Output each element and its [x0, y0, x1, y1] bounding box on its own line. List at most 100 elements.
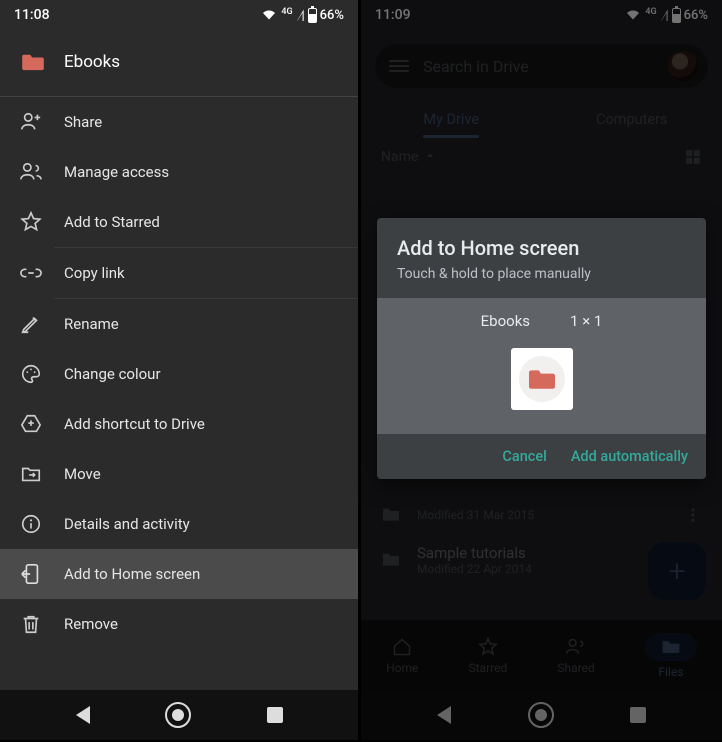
folder-icon	[661, 637, 681, 657]
add-to-homescreen-dialog: Add to Home screen Touch & hold to place…	[377, 218, 706, 479]
menu-label: Remove	[64, 615, 118, 633]
fab-new[interactable]: +	[648, 542, 706, 600]
status-icons: 4G 66%	[261, 7, 344, 24]
widget-preview[interactable]	[511, 348, 573, 410]
system-nav-bar	[0, 690, 358, 740]
dialog-body[interactable]: Ebooks 1 × 1	[377, 298, 706, 434]
widget-info: Ebooks 1 × 1	[481, 312, 603, 330]
battery-icon	[308, 8, 317, 23]
menu-share[interactable]: Share	[0, 97, 358, 147]
dimmed-content: Search in Drive My Drive Computers Name	[361, 30, 722, 172]
menu-copylink[interactable]: Copy link	[0, 248, 358, 298]
nav-back[interactable]	[76, 706, 90, 724]
drive-tabs: My Drive Computers	[361, 92, 722, 138]
bottom-tabs: Home Starred Shared Files	[361, 620, 722, 690]
folder-icon	[22, 53, 44, 71]
widget-name: Ebooks	[481, 312, 530, 330]
star-icon	[20, 211, 42, 233]
file-row[interactable]: Modified 31 Mar 2015	[361, 506, 722, 534]
btab-label: Files	[658, 665, 683, 679]
pencil-icon	[20, 313, 42, 335]
file-modified: Modified 31 Mar 2015	[417, 508, 534, 522]
sort-control[interactable]: Name	[381, 149, 436, 165]
signal-icon	[661, 9, 668, 21]
battery-indicator: 66%	[308, 8, 344, 23]
add-automatically-button[interactable]: Add automatically	[571, 448, 688, 465]
menu-label: Details and activity	[64, 515, 190, 533]
btab-starred[interactable]: Starred	[469, 637, 508, 675]
tab-mydrive[interactable]: My Drive	[361, 111, 542, 138]
file-modified: Modified 22 Apr 2014	[417, 562, 532, 576]
more-icon[interactable]	[684, 506, 702, 524]
menu-label: Move	[64, 465, 101, 483]
people-icon	[20, 161, 42, 183]
palette-icon	[20, 363, 42, 385]
btab-label: Home	[386, 661, 418, 675]
wifi-icon	[261, 9, 277, 21]
widget-size: 1 × 1	[570, 312, 602, 330]
nav-recent[interactable]	[630, 707, 646, 723]
nav-back[interactable]	[437, 706, 451, 724]
menu-label: Add shortcut to Drive	[64, 415, 205, 433]
menu-star[interactable]: Add to Starred	[0, 197, 358, 247]
battery-pct: 66%	[684, 8, 708, 23]
nav-home[interactable]	[528, 702, 554, 728]
menu-label: Copy link	[64, 264, 125, 282]
grid-view-icon[interactable]	[684, 148, 702, 166]
menu-shortcut[interactable]: Add shortcut to Drive	[0, 399, 358, 449]
menu-rename[interactable]: Rename	[0, 299, 358, 349]
nav-home[interactable]	[165, 702, 191, 728]
network-label: 4G	[281, 7, 292, 24]
battery-indicator: 66%	[672, 8, 708, 23]
hamburger-icon[interactable]	[389, 60, 409, 72]
status-time: 11:09	[375, 7, 411, 23]
system-nav-bar	[361, 690, 722, 740]
search-bar[interactable]: Search in Drive	[375, 44, 708, 88]
battery-icon	[672, 8, 681, 23]
btab-shared[interactable]: Shared	[557, 637, 594, 675]
tab-computers[interactable]: Computers	[542, 111, 722, 138]
menu-label: Add to Starred	[64, 213, 160, 231]
menu-remove[interactable]: Remove	[0, 599, 358, 649]
btab-label: Shared	[557, 661, 594, 675]
file-name: Sample tutorials	[417, 544, 532, 562]
btab-files[interactable]: Files	[645, 633, 697, 679]
folder-icon	[381, 552, 401, 568]
dialog-actions: Cancel Add automatically	[377, 434, 706, 479]
move-folder-icon	[20, 463, 42, 485]
people-icon	[566, 637, 586, 657]
drive-shortcut-icon	[20, 413, 42, 435]
menu-add-homescreen[interactable]: Add to Home screen	[0, 549, 358, 599]
status-bar: 11:09 4G 66%	[361, 0, 722, 30]
home-icon	[392, 637, 412, 657]
nav-recent[interactable]	[267, 707, 283, 723]
phone-right: 11:09 4G 66% Search in Drive My Drive Co…	[361, 0, 722, 740]
cancel-button[interactable]: Cancel	[502, 448, 546, 465]
folder-header: Ebooks	[0, 30, 358, 96]
menu-move[interactable]: Move	[0, 449, 358, 499]
star-icon	[478, 637, 498, 657]
btab-home[interactable]: Home	[386, 637, 418, 675]
menu-label: Manage access	[64, 163, 169, 181]
btab-label: Starred	[469, 661, 508, 675]
wifi-icon	[625, 9, 641, 21]
plus-icon: +	[669, 554, 686, 589]
status-icons: 4G 66%	[625, 7, 708, 24]
menu-label: Share	[64, 113, 102, 131]
menu-details[interactable]: Details and activity	[0, 499, 358, 549]
search-placeholder: Search in Drive	[423, 57, 654, 76]
status-time: 11:08	[14, 7, 50, 23]
menu-access[interactable]: Manage access	[0, 147, 358, 197]
folder-icon	[529, 368, 555, 390]
add-to-homescreen-icon	[20, 563, 42, 585]
context-menu: Share Manage access Add to Starred Copy …	[0, 97, 358, 649]
arrow-up-icon	[424, 151, 436, 163]
menu-colour[interactable]: Change colour	[0, 349, 358, 399]
folder-name: Ebooks	[64, 52, 120, 72]
signal-icon	[297, 9, 304, 21]
person-plus-icon	[20, 111, 42, 133]
battery-pct: 66%	[320, 8, 344, 23]
trash-icon	[20, 613, 42, 635]
avatar[interactable]	[668, 51, 698, 81]
menu-label: Rename	[64, 315, 119, 333]
